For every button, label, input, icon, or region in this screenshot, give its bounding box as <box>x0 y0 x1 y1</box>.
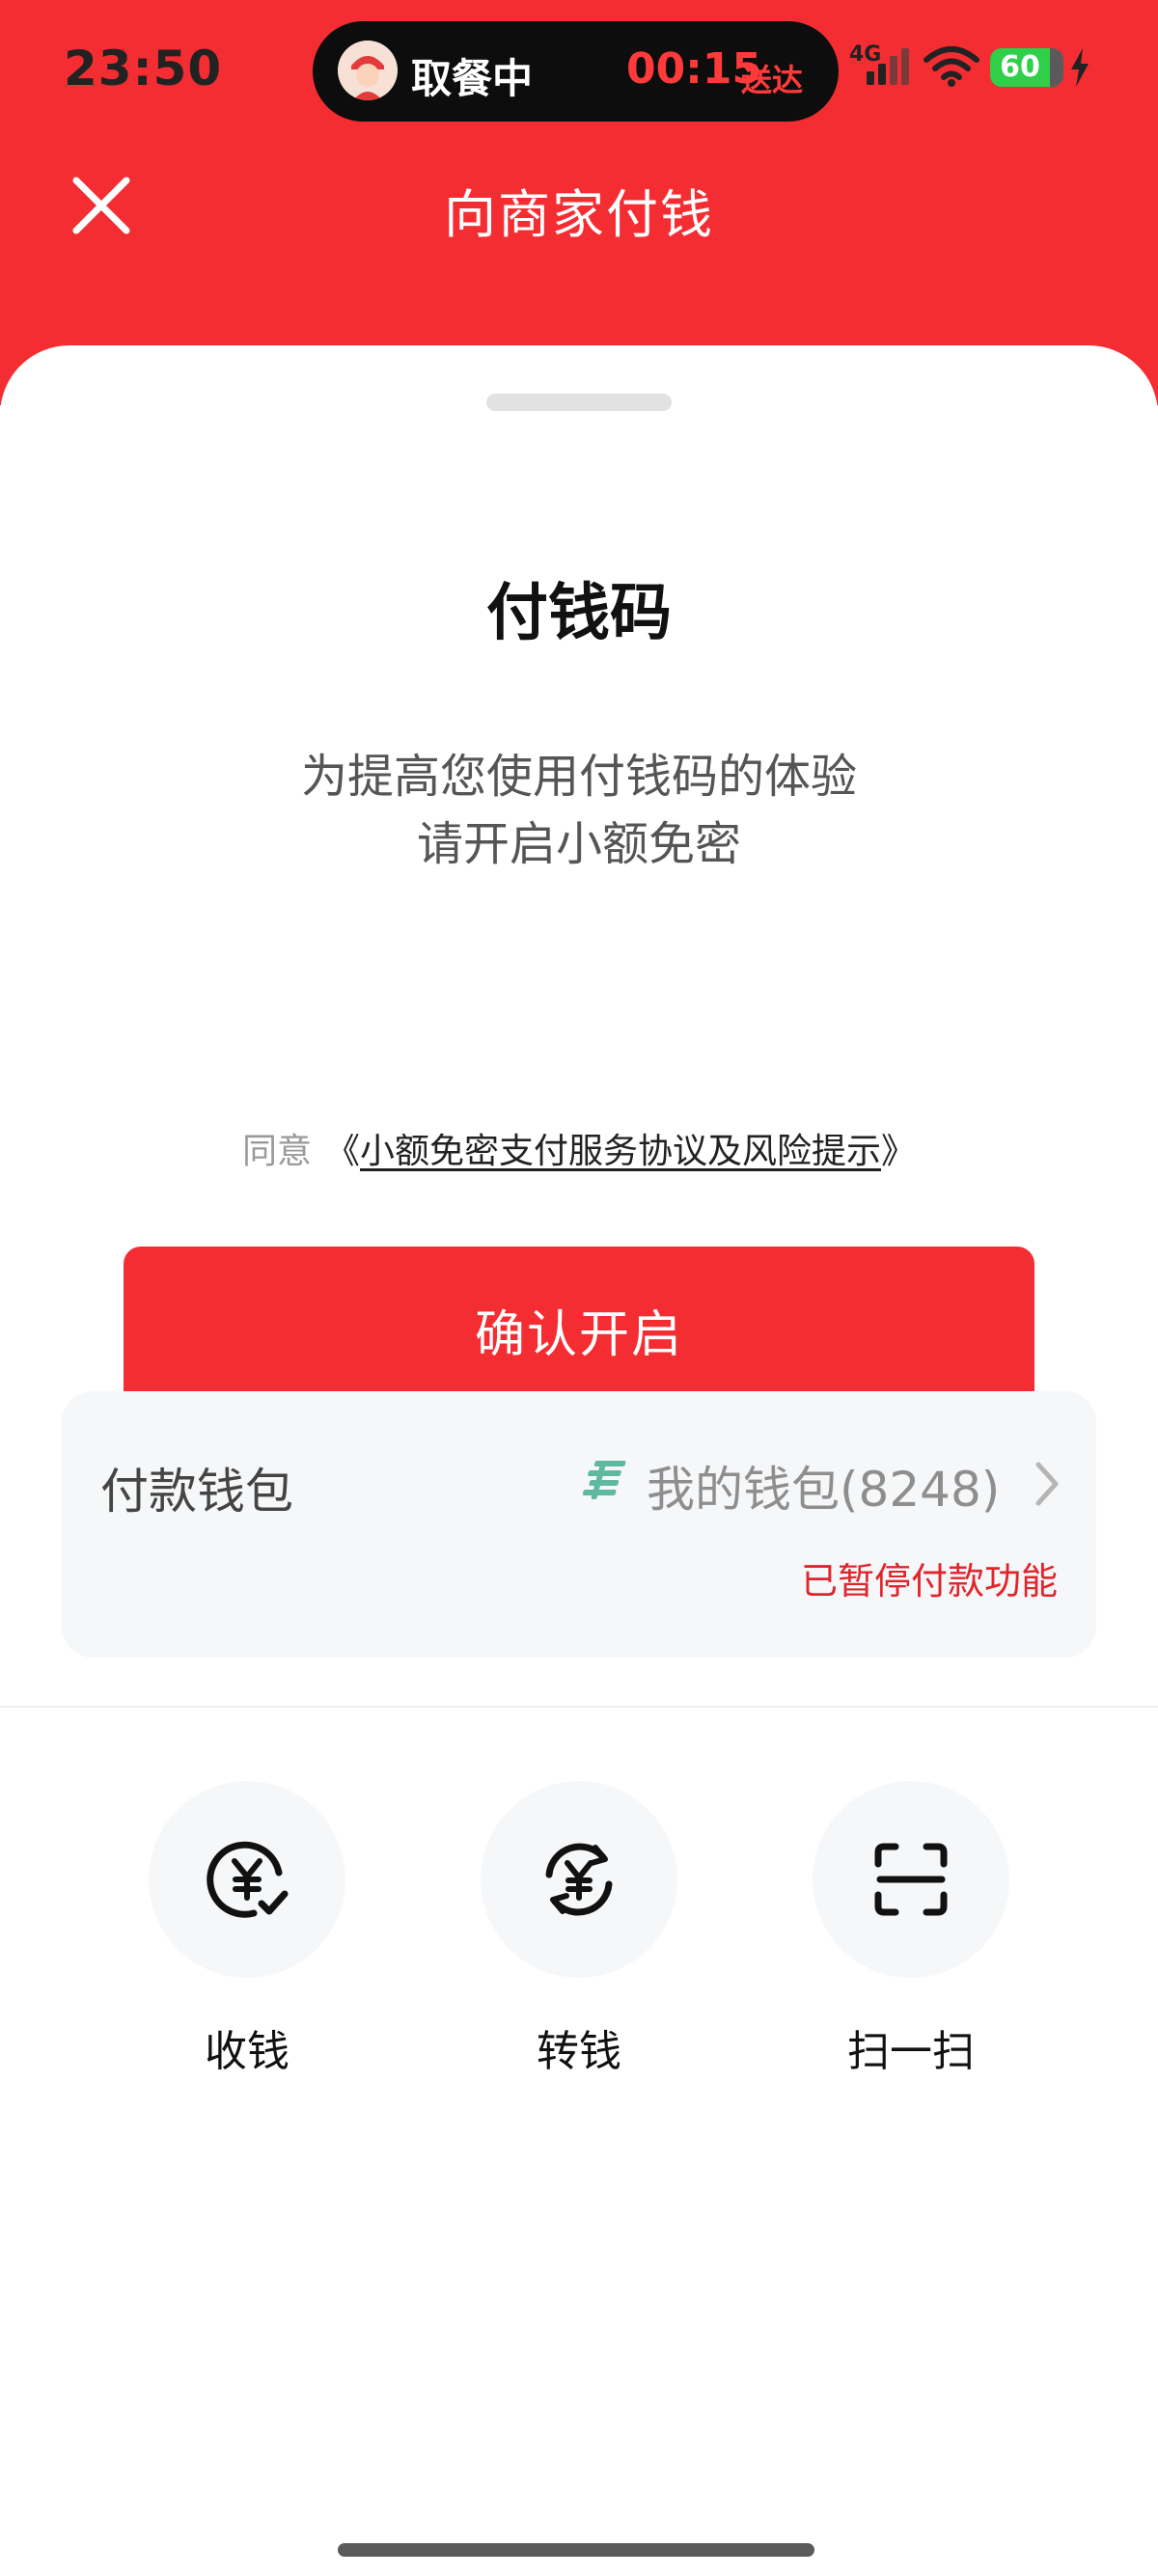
wallet-status-warning: 已暂停付款功能 <box>800 1560 1058 1603</box>
agreement-link[interactable]: 《小额免密支付服务协议及风险提示》 <box>325 1132 916 1171</box>
agreement-link-close: 》 <box>881 1132 917 1171</box>
home-indicator[interactable] <box>338 2543 814 2557</box>
agreement-row: 同意 《小额免密支付服务协议及风险提示》 <box>0 1123 1158 1173</box>
confirm-enable-button[interactable]: 确认开启 <box>124 1247 1034 1412</box>
receive-money-action[interactable]: 收钱 <box>122 1781 372 2090</box>
wallet-label: 付款钱包 <box>100 1464 293 1520</box>
transfer-money-button[interactable] <box>481 1781 677 1978</box>
agreement-link-text: 小额免密支付服务协议及风险提示 <box>360 1132 882 1171</box>
receive-money-button[interactable] <box>149 1781 345 1978</box>
sheet-title: 付钱码 <box>486 578 672 649</box>
section-divider <box>0 1706 1158 1708</box>
scan-label: 扫一扫 <box>847 2027 975 2076</box>
live-activity-timer-label: 送达 <box>741 62 804 98</box>
wallet-name: 我的钱包(8248) <box>647 1462 1001 1518</box>
transfer-money-action[interactable]: 转钱 <box>454 1781 704 2090</box>
charging-bolt-icon <box>1069 48 1090 91</box>
wallet-currency-icon <box>582 1457 633 1507</box>
scan-action[interactable]: 扫一扫 <box>786 1781 1036 2090</box>
live-activity-label: 取餐中 <box>411 55 534 102</box>
battery-percent: 60 <box>1000 50 1040 84</box>
sheet-drag-handle[interactable] <box>486 394 672 411</box>
chevron-right-icon <box>1033 1461 1062 1511</box>
receive-yuan-icon <box>207 1841 289 1918</box>
sheet-description: 为提高您使用付钱码的体验 请开启小额免密 <box>0 743 1158 878</box>
status-time: 23:50 <box>64 41 223 96</box>
transfer-money-label: 转钱 <box>537 2027 621 2076</box>
live-activity-island[interactable]: 取餐中 00:15 送达 <box>313 21 839 122</box>
page-title: 向商家付钱 <box>444 184 714 245</box>
wifi-icon <box>923 44 980 91</box>
agreement-prefix: 同意 <box>241 1132 312 1171</box>
scan-icon <box>874 1843 948 1916</box>
agreement-link-open: 《 <box>324 1132 360 1171</box>
battery-indicator: 60 <box>990 48 1063 87</box>
cellular-signal-icon <box>867 46 913 89</box>
receive-money-label: 收钱 <box>205 2027 290 2076</box>
sheet-description-line-2: 请开启小额免密 <box>416 817 741 871</box>
courier-avatar-icon <box>338 41 398 100</box>
payment-wallet-card[interactable]: 付款钱包 我的钱包(8248) 已暂停付款功能 <box>62 1391 1096 1658</box>
transfer-yuan-icon <box>545 1843 613 1916</box>
scan-button[interactable] <box>813 1781 1009 1978</box>
sheet-description-line-1: 为提高您使用付钱码的体验 <box>300 750 857 804</box>
